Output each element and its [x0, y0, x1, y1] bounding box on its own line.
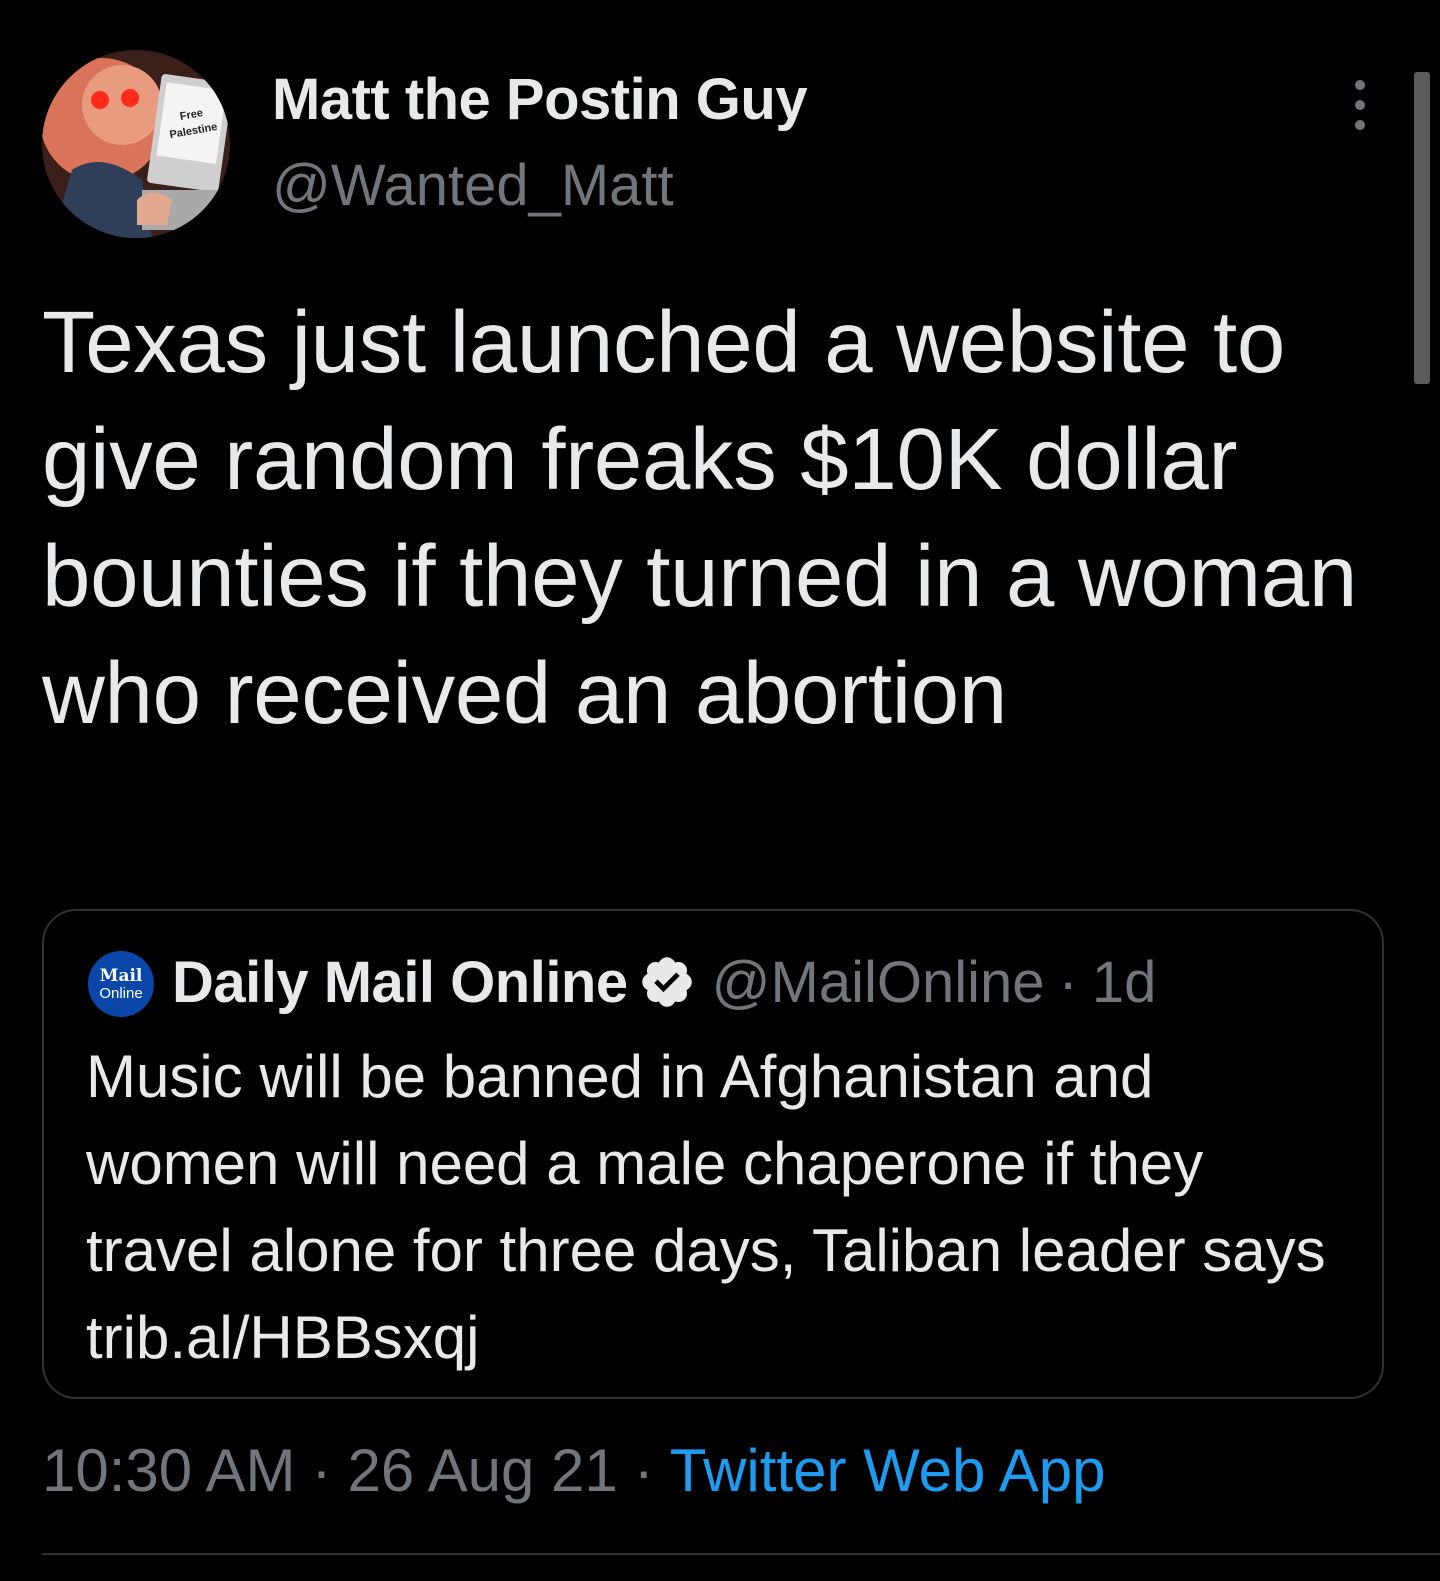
- scrollbar-thumb[interactable]: [1414, 72, 1430, 384]
- meta-separator: ·: [311, 1437, 332, 1504]
- quoted-avatar-line1: Mail: [99, 965, 143, 986]
- more-options-icon[interactable]: [1340, 80, 1380, 130]
- tweet-date[interactable]: 26 Aug 21: [348, 1437, 618, 1504]
- more-dot: [1355, 120, 1365, 130]
- avatar-image: Free Palestine: [42, 50, 230, 238]
- quoted-author-avatar[interactable]: Mail Online: [88, 951, 154, 1017]
- quoted-separator: ·: [1058, 949, 1078, 1015]
- author-avatar[interactable]: Free Palestine: [42, 50, 230, 238]
- previous-tweet-edge: [0, 0, 1440, 20]
- verified-badge-icon: [638, 953, 696, 1011]
- more-dot: [1355, 100, 1365, 110]
- quoted-author-name[interactable]: Daily Mail Online: [172, 949, 628, 1016]
- quoted-timestamp[interactable]: 1d: [1092, 949, 1157, 1016]
- meta-separator: ·: [633, 1437, 654, 1504]
- quoted-tweet-card[interactable]: Mail Online Daily Mail Online @MailOnlin…: [42, 909, 1384, 1399]
- quoted-avatar-line2: Online: [99, 984, 143, 1002]
- tweet-time[interactable]: 10:30 AM: [42, 1437, 296, 1504]
- quoted-tweet-header: Daily Mail Online @MailOnline · 1d: [172, 947, 1156, 1017]
- author-handle[interactable]: @Wanted_Matt: [272, 152, 674, 219]
- tweet-text: Texas just launched a website to give ra…: [42, 294, 1357, 742]
- tweet-meta: 10:30 AM · 26 Aug 21 · Twitter Web App: [42, 1436, 1106, 1505]
- author-display-name[interactable]: Matt the Postin Guy: [272, 66, 808, 133]
- more-dot: [1355, 80, 1365, 90]
- divider: [42, 1553, 1440, 1555]
- quoted-tweet-text: Music will be banned in Afghanistan and …: [86, 1043, 1326, 1371]
- quoted-author-handle[interactable]: @MailOnline: [712, 949, 1045, 1016]
- tweet-source-link[interactable]: Twitter Web App: [670, 1437, 1106, 1504]
